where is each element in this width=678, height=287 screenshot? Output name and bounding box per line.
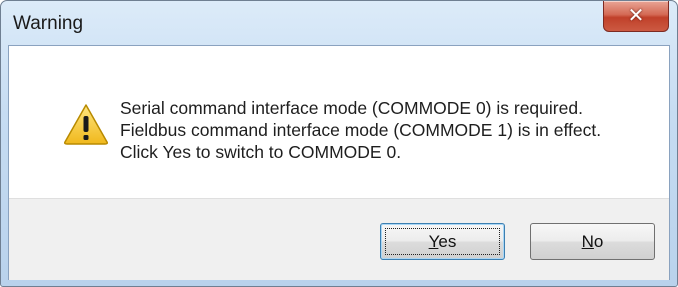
message-text: Serial command interface mode (COMMODE 0…	[120, 97, 601, 163]
warning-icon	[64, 104, 108, 145]
close-button[interactable]: ✕	[603, 1, 669, 32]
message-line: Click Yes to switch to COMMODE 0.	[120, 142, 402, 162]
close-icon: ✕	[627, 5, 645, 27]
message-area: Serial command interface mode (COMMODE 0…	[9, 46, 669, 198]
title-bar[interactable]: Warning ✕	[1, 1, 677, 45]
button-bar: Yes No	[9, 198, 669, 280]
dialog-body: Serial command interface mode (COMMODE 0…	[8, 45, 670, 280]
message-line: Serial command interface mode (COMMODE 0…	[120, 98, 583, 118]
no-button-label: No	[581, 231, 604, 251]
yes-button[interactable]: Yes	[380, 223, 505, 260]
message-line: Fieldbus command interface mode (COMMODE…	[120, 120, 602, 140]
focus-rectangle	[385, 228, 500, 255]
window-title: Warning	[13, 13, 84, 34]
no-button[interactable]: No	[530, 223, 655, 260]
warning-dialog: Warning ✕ Serial command interface mode …	[0, 0, 678, 287]
